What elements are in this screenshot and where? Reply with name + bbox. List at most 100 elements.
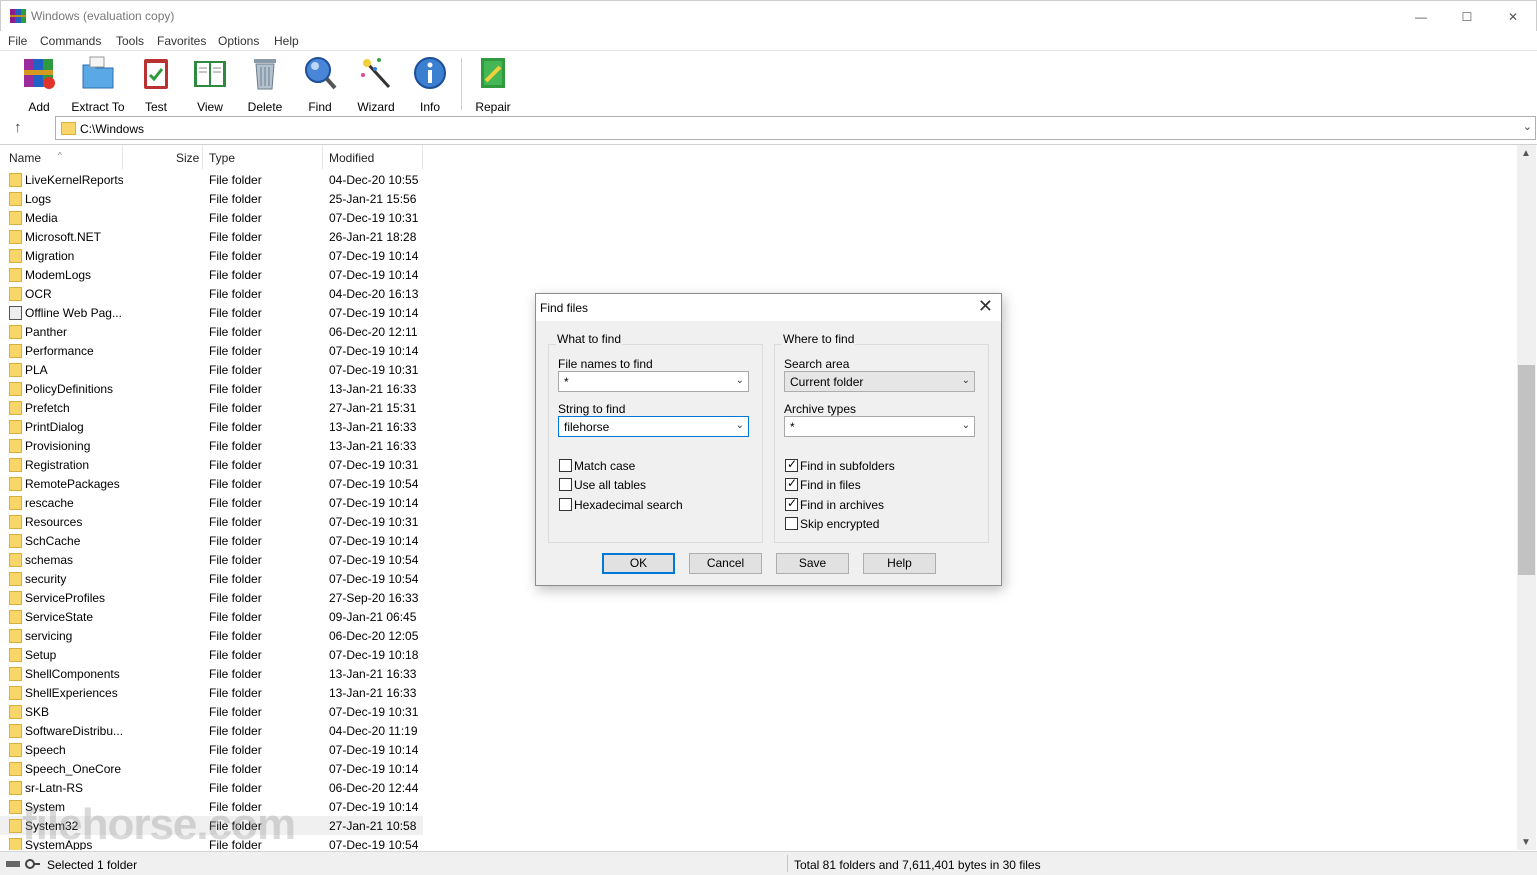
menu-help[interactable]: Help [274,34,299,48]
add-button[interactable]: Add [10,55,68,114]
table-row[interactable]: schemas File folder 07-Dec-19 10:54 [0,550,423,569]
table-row[interactable]: ModemLogs File folder 07-Dec-19 10:14 [0,265,423,284]
close-icon[interactable]: ✕ [978,296,993,317]
table-row[interactable]: Microsoft.NET File folder 26-Jan-21 18:28 [0,227,423,246]
table-row[interactable]: sr-Latn-RS File folder 06-Dec-20 12:44 [0,778,423,797]
wizard-button[interactable]: Wizard [347,55,405,114]
folder-icon [9,743,22,757]
checkbox-box[interactable]: ✓ [785,457,798,472]
file-name: servicing [25,629,73,643]
table-row[interactable]: OCR File folder 04-Dec-20 16:13 [0,284,423,303]
column-header-modified[interactable]: Modified [323,145,423,169]
menu-favorites[interactable]: Favorites [157,34,206,48]
table-row[interactable]: Speech_OneCore File folder 07-Dec-19 10:14 [0,759,423,778]
table-row[interactable]: Offline Web Pag... File folder 07-Dec-19 1… [0,303,423,322]
table-row[interactable]: ShellComponents File folder 13-Jan-21 16:3… [0,664,423,683]
table-row[interactable]: Media File folder 07-Dec-19 10:31 [0,208,423,227]
chevron-down-icon[interactable]: ⌄ [962,375,970,386]
menu-commands[interactable]: Commands [40,34,101,48]
file-modified: 07-Dec-19 10:54 [329,553,419,567]
folder-icon [9,838,22,850]
table-row[interactable]: ServiceProfiles File folder 27-Sep-20 16:3… [0,588,423,607]
checkbox-box[interactable]: ✓ [785,476,798,491]
menu-options[interactable]: Options [218,34,259,48]
scroll-down-icon[interactable]: ▼ [1521,837,1531,848]
file-modified: 07-Dec-19 10:18 [329,648,419,662]
table-row[interactable]: Migration File folder 07-Dec-19 10:14 [0,246,423,265]
vertical-scrollbar[interactable]: ▲ ▼ [1517,145,1536,850]
trash-icon [254,59,276,90]
chevron-down-icon[interactable]: ⌄ [962,420,970,431]
delete-button[interactable]: Delete [236,55,294,114]
archive-types-combobox[interactable]: * ⌄ [784,416,975,437]
column-name-label: Name [9,151,42,165]
search-area-dropdown[interactable]: Current folder ⌄ [784,371,975,392]
table-row[interactable]: ShellExperiences File folder 13-Jan-21 16:… [0,683,423,702]
column-header-name[interactable]: Name ^ [0,145,123,169]
help-button[interactable]: Help [863,553,936,574]
chevron-down-icon[interactable]: ⌄ [1523,120,1532,133]
table-row[interactable]: LiveKernelReports File folder 04-Dec-20 10… [0,170,423,189]
up-arrow-icon[interactable]: ↑ [14,119,22,136]
file-name: RemotePackages [25,477,120,491]
table-row[interactable]: PLA File folder 07-Dec-19 10:31 [0,360,423,379]
table-row[interactable]: Setup File folder 07-Dec-19 10:18 [0,645,423,664]
file-modified: 07-Dec-19 10:31 [329,211,419,225]
checkbox-box[interactable] [785,517,798,530]
table-row[interactable]: SKB File folder 07-Dec-19 10:31 [0,702,423,721]
table-row[interactable]: Prefetch File folder 27-Jan-21 15:31 [0,398,423,417]
table-row[interactable]: Speech File folder 07-Dec-19 10:14 [0,740,423,759]
menu-tools[interactable]: Tools [116,34,144,48]
column-type-label: Type [209,151,236,165]
table-row[interactable]: SchCache File folder 07-Dec-19 10:14 [0,531,423,550]
table-row[interactable]: System32 File folder 27-Jan-21 10:58 [0,816,423,835]
table-row[interactable]: security File folder 07-Dec-19 10:54 [0,569,423,588]
table-row[interactable]: rescache File folder 07-Dec-19 10:14 [0,493,423,512]
table-row[interactable]: ServiceState File folder 09-Jan-21 06:45 [0,607,423,626]
table-row[interactable]: System File folder 07-Dec-19 10:14 [0,797,423,816]
scroll-thumb[interactable] [1518,365,1535,575]
info-button[interactable]: Info [401,55,459,114]
folder-icon [9,705,22,719]
menu-file[interactable]: File [8,34,27,48]
view-button[interactable]: View [181,55,239,114]
minimize-button[interactable]: — [1398,1,1444,32]
folder-icon [9,686,22,700]
table-row[interactable]: Registration File folder 07-Dec-19 10:31 [0,455,423,474]
cancel-button[interactable]: Cancel [689,553,762,574]
table-row[interactable]: Resources File folder 07-Dec-19 10:31 [0,512,423,531]
table-row[interactable]: servicing File folder 06-Dec-20 12:05 [0,626,423,645]
table-row[interactable]: PrintDialog File folder 13-Jan-21 16:33 [0,417,423,436]
column-header-type[interactable]: Type [203,145,323,169]
checkbox-box[interactable] [559,478,572,491]
save-button[interactable]: Save [776,553,849,574]
chevron-down-icon[interactable]: ⌄ [736,375,744,386]
maximize-button[interactable]: ☐ [1444,1,1490,32]
repair-button[interactable]: Repair [464,55,522,114]
table-row[interactable]: SystemApps File folder 07-Dec-19 10:54 [0,835,423,850]
string-to-find-combobox[interactable]: filehorse ⌄ [558,416,749,437]
checkbox-box[interactable]: ✓ [785,496,798,511]
column-header-size[interactable]: Size [123,145,203,169]
info-label: Info [419,100,440,114]
close-window-button[interactable]: ✕ [1490,1,1536,32]
find-button[interactable]: Find [291,55,349,114]
scroll-up-icon[interactable]: ▲ [1521,148,1531,159]
test-button[interactable]: Test [127,55,185,114]
file-names-combobox[interactable]: * ⌄ [558,371,749,392]
ok-button[interactable]: OK [602,553,675,574]
table-row[interactable]: SoftwareDistribu... File folder 04-Dec-20 … [0,721,423,740]
checkbox-box[interactable] [559,459,572,472]
table-row[interactable]: PolicyDefinitions File folder 13-Jan-21 16… [0,379,423,398]
path-combobox[interactable]: C:\Windows ⌄ [55,116,1536,140]
table-row[interactable]: Panther File folder 06-Dec-20 12:11 [0,322,423,341]
table-row[interactable]: Performance File folder 07-Dec-19 10:14 [0,341,423,360]
extract-to-button[interactable]: Extract To [68,55,128,114]
table-row[interactable]: Logs File folder 25-Jan-21 15:56 [0,189,423,208]
folder-icon [9,401,22,415]
path-text: C:\Windows [80,122,145,136]
checkbox-box[interactable] [559,498,572,511]
table-row[interactable]: RemotePackages File folder 07-Dec-19 10:54 [0,474,423,493]
table-row[interactable]: Provisioning File folder 13-Jan-21 16:33 [0,436,423,455]
chevron-down-icon[interactable]: ⌄ [736,420,744,431]
